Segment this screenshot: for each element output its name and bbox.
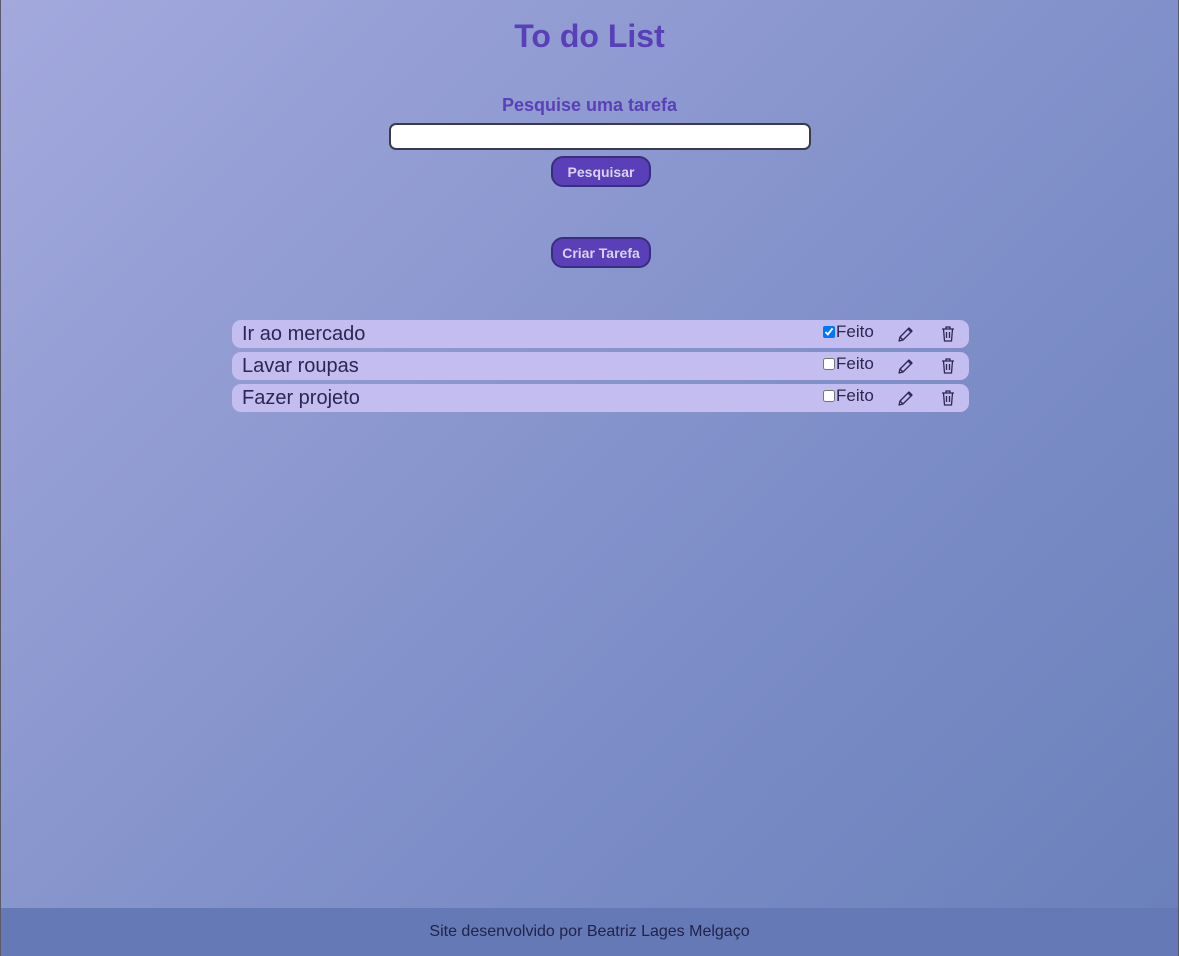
done-checkbox[interactable]: [823, 390, 835, 402]
done-toggle[interactable]: Feito: [823, 354, 874, 374]
trash-icon[interactable]: [938, 388, 958, 408]
pencil-icon[interactable]: [896, 388, 916, 408]
task-name: Lavar roupas: [242, 355, 359, 377]
done-label: Feito: [836, 354, 874, 373]
search-button[interactable]: Pesquisar: [551, 156, 651, 187]
task-list: Ir ao mercado Feito Lavar roupas Feito F…: [232, 320, 969, 416]
done-label: Feito: [836, 386, 874, 405]
pencil-icon[interactable]: [896, 324, 916, 344]
page-title: To do List: [514, 18, 665, 54]
footer: Site desenvolvido por Beatriz Lages Melg…: [1, 908, 1178, 956]
search-input[interactable]: [389, 123, 811, 150]
task-item: Ir ao mercado Feito: [232, 320, 969, 348]
page: To do List Pesquise uma tarefa Pesquisar…: [1, 0, 1178, 908]
done-checkbox[interactable]: [823, 358, 835, 370]
trash-icon[interactable]: [938, 356, 958, 376]
task-item: Lavar roupas Feito: [232, 352, 969, 380]
task-name: Ir ao mercado: [242, 323, 366, 345]
search-label: Pesquise uma tarefa: [501, 95, 678, 115]
task-name: Fazer projeto: [242, 387, 360, 409]
task-item: Fazer projeto Feito: [232, 384, 969, 412]
create-task-button[interactable]: Criar Tarefa: [551, 237, 651, 268]
trash-icon[interactable]: [938, 324, 958, 344]
done-toggle[interactable]: Feito: [823, 386, 874, 406]
done-toggle[interactable]: Feito: [823, 322, 874, 342]
done-checkbox[interactable]: [823, 326, 835, 338]
pencil-icon[interactable]: [896, 356, 916, 376]
done-label: Feito: [836, 322, 874, 341]
footer-credit: Site desenvolvido por Beatriz Lages Melg…: [429, 923, 750, 940]
